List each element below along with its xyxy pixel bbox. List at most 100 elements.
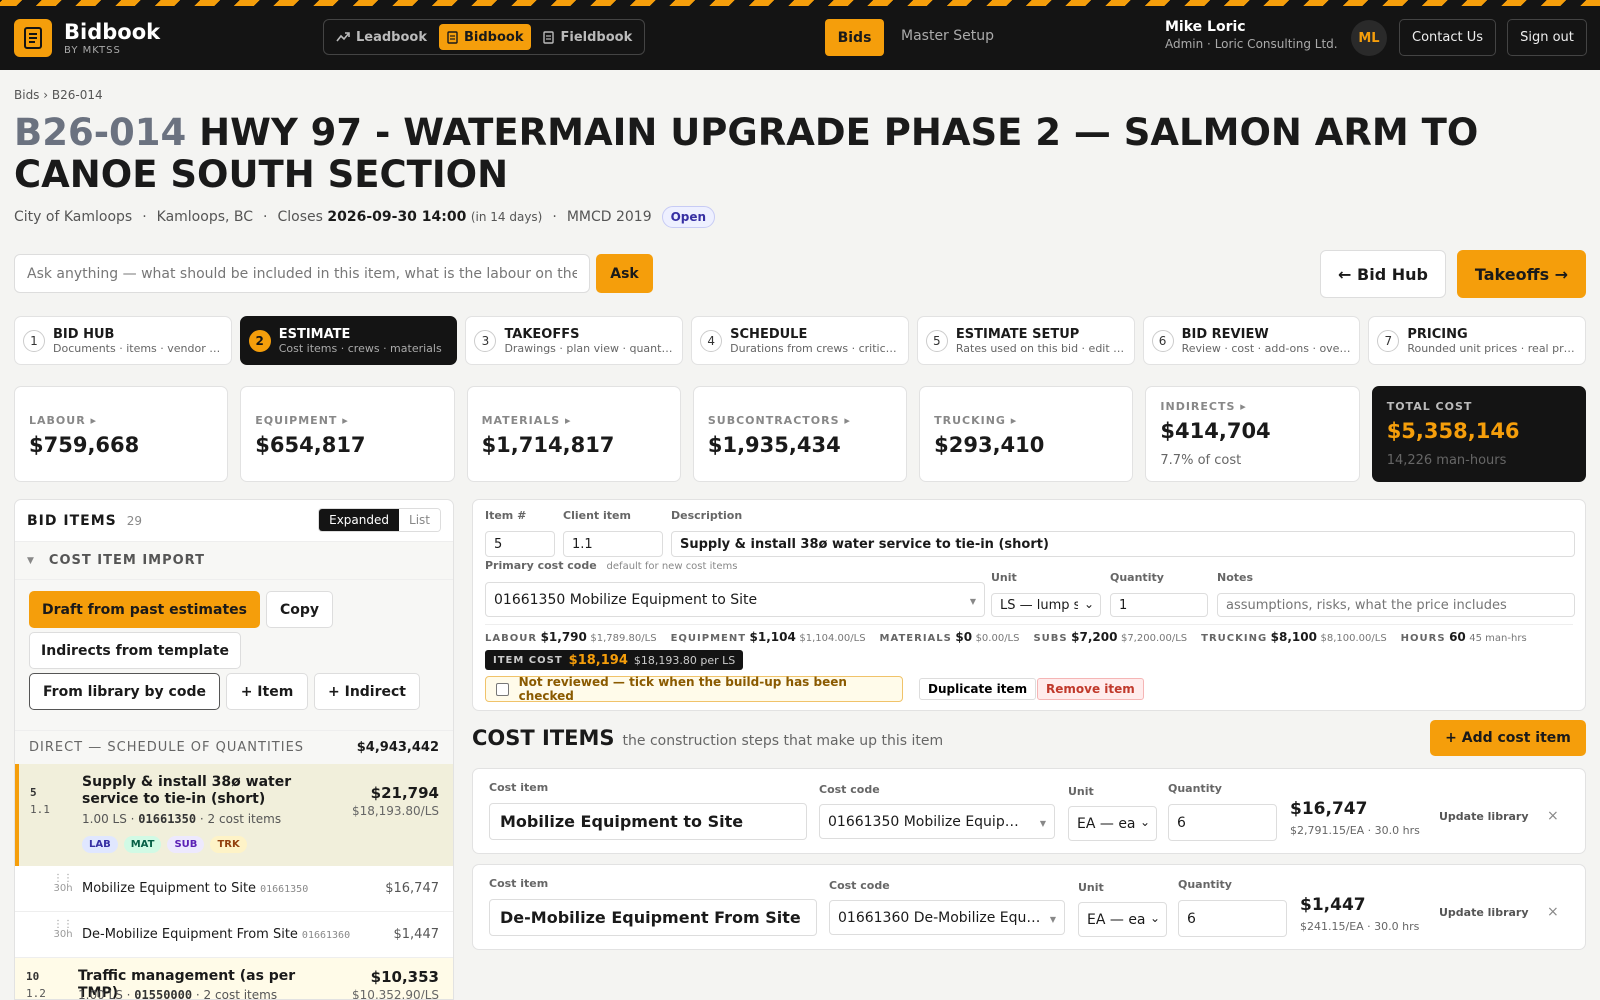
step-estimate-setup[interactable]: 5 ESTIMATE SETUP Rates used on this bid · …	[916, 316, 1135, 365]
materials-card[interactable]: MATERIALS ▸ $1,714,817	[466, 386, 681, 482]
step-estimate[interactable]: 2 ESTIMATE Cost items · crews · materials	[239, 316, 458, 365]
unit-select[interactable]: EA — each⌄	[1078, 902, 1167, 937]
client-item-input[interactable]	[563, 531, 663, 557]
cost-code-select[interactable]: 01661350 Mobilize Equipment to Site ▼	[819, 804, 1055, 839]
checkbox-icon[interactable]	[496, 682, 509, 696]
user-info: Mike Loric Admin · Loric Consulting Ltd.	[1165, 19, 1338, 51]
chevron-down-icon: ⌄	[1139, 815, 1150, 829]
close-icon[interactable]: ×	[1547, 904, 1559, 920]
card-subtext: 7.7% of cost	[1160, 453, 1242, 468]
child-code: 01661350	[260, 884, 309, 895]
step-bid-hub[interactable]: 1 BID HUBDocuments · items · vendor quote…	[14, 316, 232, 365]
breadcrumb[interactable]: Bids › B26-014	[14, 88, 103, 102]
item-count: · 2 cost items	[199, 812, 282, 826]
chevron-down-icon: ⌄	[1149, 911, 1160, 925]
update-library-button[interactable]: Update library	[1439, 906, 1529, 919]
draft-from-past-button[interactable]: Draft from past estimates	[29, 591, 260, 628]
ask-input[interactable]	[14, 254, 590, 293]
cost-items-title: COST ITEMS	[472, 726, 615, 750]
bid-hub-button[interactable]: ← Bid Hub	[1320, 250, 1446, 298]
step-pricing[interactable]: 7 PRICING Rounded unit prices · real prici…	[1368, 316, 1587, 365]
card-value: $5,358,146	[1386, 419, 1520, 443]
view-expanded-button[interactable]: Expanded	[319, 509, 400, 531]
reviewed-checkbox[interactable]: Not reviewed — tick when the build-up ha…	[485, 675, 903, 703]
close-icon[interactable]: ×	[1547, 808, 1559, 824]
breakdown-key: HOURS	[1400, 633, 1446, 644]
step-takeoffs[interactable]: 3 TAKEOFFS Drawings · plan view · quantiti…	[465, 316, 684, 365]
breakdown-value: 60	[1449, 630, 1466, 644]
indirects-template-button[interactable]: Indirects from template	[29, 632, 241, 669]
notes-label: Notes	[1217, 571, 1254, 584]
card-label: SUBCONTRACTORS ▸	[707, 414, 851, 427]
duplicate-item-button[interactable]: Duplicate item	[919, 678, 1037, 700]
breakdown-value: $1,790	[540, 630, 587, 644]
unit-value: EA — each	[1077, 815, 1136, 832]
bid-closes-in: (in 14 days)	[470, 210, 543, 224]
subcontractors-card[interactable]: SUBCONTRACTORS ▸ $1,935,434	[692, 386, 908, 482]
cost-item-label: Cost item	[489, 781, 549, 794]
quantity-input[interactable]	[1110, 593, 1208, 617]
step-number: 5	[925, 329, 948, 352]
app-fieldbook-label: Fieldbook	[560, 29, 633, 45]
copy-button[interactable]: Copy	[266, 591, 333, 628]
bid-item-selected[interactable]: 5 1.1 Supply & install 38ø water service …	[15, 764, 453, 866]
bid-item-meta: 1.00 LS · 01550000 · 2 cost items	[78, 988, 277, 999]
cost-item-row[interactable]: ⋮⋮ 30h Mobilize Equipment to Site 01661350…	[15, 866, 453, 912]
app-fieldbook-button[interactable]: Fieldbook	[535, 24, 640, 50]
description-input[interactable]	[671, 531, 1575, 557]
avatar[interactable]: ML	[1351, 20, 1387, 56]
step-bid-review[interactable]: 6 BID REVIEW Review · cost · add-ons · ove…	[1142, 316, 1361, 365]
quantity-input[interactable]	[1168, 804, 1277, 841]
sign-out-button[interactable]: Sign out	[1507, 19, 1587, 56]
indirects-card[interactable]: INDIRECTS ▸ $414,704 7.7% of cost	[1145, 386, 1360, 482]
takeoffs-button[interactable]: Takeoffs →	[1457, 250, 1586, 298]
add-item-button[interactable]: + Item	[226, 673, 308, 710]
drag-handle-icon[interactable]: ⋮⋮ 30h	[53, 874, 73, 894]
nav-master-setup-link[interactable]: Master Setup	[901, 28, 994, 44]
brand[interactable]: Bidbook BY MKTSS	[14, 19, 160, 57]
unit-select[interactable]: EA — each⌄	[1068, 806, 1157, 841]
item-cost-badge: ITEM COST $18,194 $18,193.80 per LS	[485, 650, 744, 670]
item-number: 5	[30, 786, 37, 799]
cost-item-row[interactable]: ⋮⋮ 30h De-Mobilize Equipment From Site 016…	[15, 912, 453, 958]
bid-item[interactable]: 10 1.2 Traffic management (as per TMP) 1.…	[15, 958, 453, 999]
nav-bids-button[interactable]: Bids	[825, 19, 884, 56]
item-number-input[interactable]	[485, 531, 555, 557]
app-bidbook-button[interactable]: Bidbook	[439, 24, 532, 50]
primary-code-text: Primary cost code	[485, 559, 597, 572]
step-schedule[interactable]: 4 SCHEDULE Durations from crews · critical…	[691, 316, 909, 365]
equipment-card[interactable]: EQUIPMENT ▸ $654,817	[240, 386, 455, 482]
cost-code-select[interactable]: 01661360 De-Mobilize Equipment From Site…	[829, 900, 1065, 935]
add-indirect-button[interactable]: + Indirect	[314, 673, 420, 710]
quantity-input[interactable]	[1178, 900, 1287, 937]
contact-us-button[interactable]: Contact Us	[1399, 19, 1496, 56]
trucking-card[interactable]: TRUCKING ▸ $293,410	[919, 386, 1134, 482]
bid-item-unit-price: $18,193.80/LS	[351, 804, 439, 818]
cost-item-name-input[interactable]	[489, 899, 817, 936]
child-amount: $16,747	[385, 881, 439, 896]
cost-item-rate: $241.15/EA · 30.0 hrs	[1300, 920, 1420, 933]
notes-input[interactable]	[1217, 593, 1575, 617]
status-badge: Open	[661, 206, 716, 228]
update-library-button[interactable]: Update library	[1439, 810, 1529, 823]
primary-code-select[interactable]: 01661350 Mobilize Equipment to Site ▼	[485, 582, 985, 617]
cost-item-name-input[interactable]	[489, 803, 807, 840]
page-title: B26-014 HWY 97 - WATERMAIN UPGRADE PHASE…	[14, 112, 1594, 196]
from-library-button[interactable]: From library by code	[29, 673, 220, 710]
primary-code-label: Primary cost code default for new cost i…	[485, 559, 737, 572]
unit-select[interactable]: LS — lump sum ⌄	[991, 593, 1101, 617]
add-cost-item-button[interactable]: + Add cost item	[1430, 720, 1586, 756]
labour-card[interactable]: LABOUR ▸ $759,668	[14, 386, 229, 482]
view-list-button[interactable]: List	[399, 509, 440, 531]
quantity-label: Quantity	[1168, 782, 1222, 795]
unit-value: LS — lump sum	[1000, 597, 1078, 613]
user-role: Admin · Loric Consulting Ltd.	[1165, 37, 1338, 51]
remove-item-button[interactable]: Remove item	[1037, 678, 1144, 700]
drag-handle-icon[interactable]: ⋮⋮ 30h	[53, 920, 73, 940]
breakdown-unit: $8,100.00/LS	[1320, 633, 1387, 644]
item-number: 10	[26, 970, 40, 983]
step-number: 7	[1377, 329, 1400, 352]
cost-item-import-header[interactable]: ▼ COST ITEM IMPORT	[15, 542, 453, 580]
ask-button[interactable]: Ask	[596, 254, 653, 293]
app-leadbook-button[interactable]: Leadbook	[328, 24, 435, 50]
